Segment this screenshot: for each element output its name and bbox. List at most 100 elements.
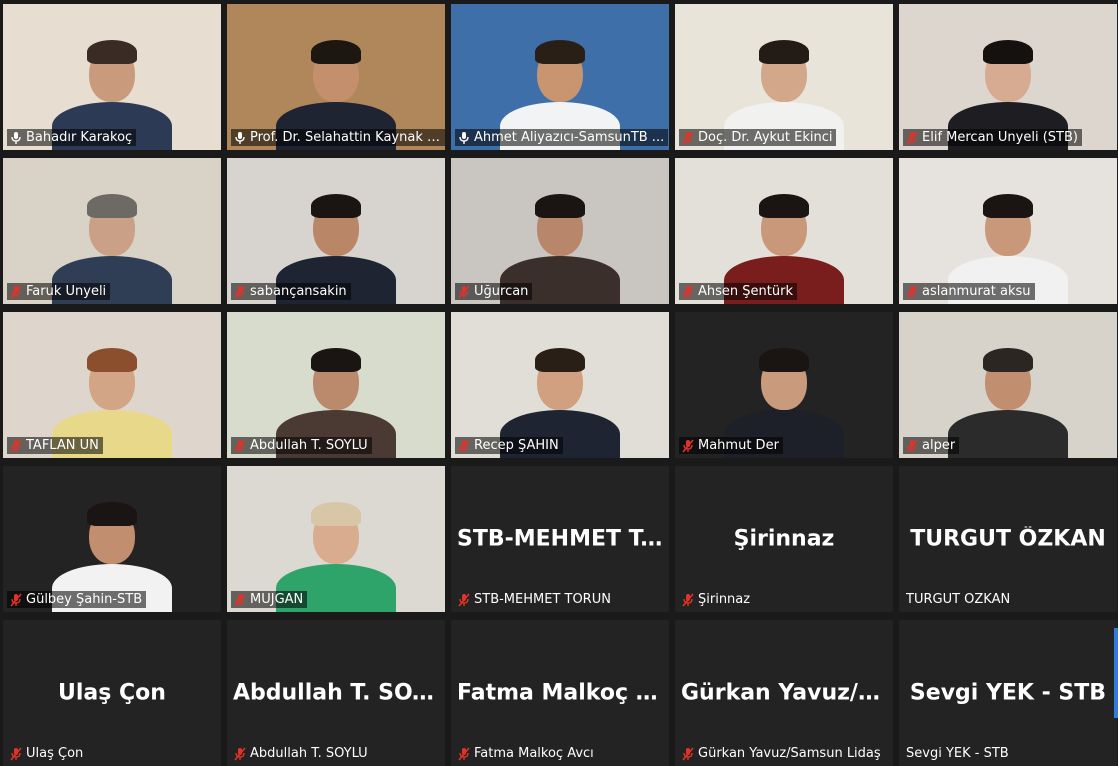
participant-tile[interactable]: Elif Mercan Ünyeli (STB) <box>899 4 1117 150</box>
participant-nametag: TAFLAN UN <box>7 437 103 454</box>
participant-tile[interactable]: Ahsen Şentürk <box>675 158 893 304</box>
participant-tile[interactable]: Bahadır Karakoç <box>3 4 221 150</box>
mic-on-icon <box>458 131 470 145</box>
participant-tile[interactable]: Uğurcan <box>451 158 669 304</box>
participant-name: TAFLAN UN <box>26 438 99 453</box>
mic-muted-icon <box>682 592 694 607</box>
participant-tile[interactable]: sabançansakin <box>227 158 445 304</box>
participant-name: Fatma Malkoç Avcı <box>474 746 594 761</box>
participant-nametag: Ulaş Çon <box>7 745 87 762</box>
participant-nametag: Bahadır Karakoç <box>7 129 137 146</box>
participant-figure <box>948 348 1068 458</box>
participant-nametag: TURGUT ÖZKAN <box>903 591 1014 608</box>
participant-nametag: Uğurcan <box>455 283 533 300</box>
participant-name: Recep ŞAHİN <box>474 438 559 453</box>
mic-muted-icon <box>234 438 246 453</box>
mic-muted-icon <box>10 284 22 299</box>
participant-display-name: Sevgi YEK - STB <box>909 680 1107 706</box>
participant-nametag: Recep ŞAHİN <box>455 437 563 454</box>
mic-on-icon <box>10 131 22 145</box>
participant-tile[interactable]: MÜJGAN <box>227 466 445 612</box>
participant-name: Doç. Dr. Aykut Ekinci <box>698 130 833 145</box>
participant-name: Şirinnaz <box>698 592 751 607</box>
mic-muted-icon <box>458 438 470 453</box>
participant-tile[interactable]: Ulaş Çon Ulaş Çon <box>3 620 221 766</box>
participant-display-name: Fatma Malkoç A... <box>457 680 669 706</box>
participant-name: Mahmut Der <box>698 438 779 453</box>
mic-muted-icon <box>682 438 694 453</box>
mic-muted-icon <box>234 746 246 761</box>
participant-nametag: Faruk Ünyeli <box>7 283 111 300</box>
participant-tile[interactable]: Şirinnaz Şirinnaz <box>675 466 893 612</box>
participant-nametag: Sevgi YEK - STB <box>903 745 1013 762</box>
participant-nametag: Elif Mercan Ünyeli (STB) <box>903 129 1082 146</box>
mic-muted-icon <box>906 284 918 299</box>
mic-muted-icon <box>458 746 470 761</box>
participant-tile[interactable]: Abdullah T. SOYLU <box>227 312 445 458</box>
participant-tile[interactable]: aslanmurat aksu <box>899 158 1117 304</box>
participant-nametag: Ahmet Aliyazıcı-SamsunTB ... <box>455 129 669 146</box>
participant-name: Ahsen Şentürk <box>698 284 793 299</box>
participant-name: TURGUT ÖZKAN <box>906 592 1011 607</box>
participant-tile[interactable]: alper <box>899 312 1117 458</box>
participant-nametag: Gürkan Yavuz/Samsun Lidaş <box>679 745 885 762</box>
participant-name: MÜJGAN <box>250 592 304 607</box>
gallery-scroll-indicator[interactable] <box>1114 628 1118 718</box>
participant-name: Gülbey Şahin-STB <box>26 592 143 607</box>
participant-name: Bahadır Karakoç <box>26 130 133 145</box>
mic-muted-icon <box>10 592 22 607</box>
mic-muted-icon <box>458 284 470 299</box>
participant-tile[interactable]: Recep ŞAHİN <box>451 312 669 458</box>
participant-display-name: Abdullah T. SOY... <box>233 680 445 706</box>
gallery-view: Bahadır Karakoç Prof. Dr. Selahattin Kayn… <box>0 0 1118 766</box>
mic-muted-icon <box>10 746 22 761</box>
participant-tile[interactable]: Fatma Malkoç A... Fatma Malkoç Avcı <box>451 620 669 766</box>
participant-tile[interactable]: Sevgi YEK - STB Sevgi YEK - STB <box>899 620 1117 766</box>
participant-display-name: Şirinnaz <box>733 526 835 552</box>
participant-name: STB-MEHMET TORUN <box>474 592 611 607</box>
participant-nametag: Mahmut Der <box>679 437 783 454</box>
participant-display-name: TURGUT ÖZKAN <box>910 526 1106 552</box>
participant-nametag: Ahsen Şentürk <box>679 283 797 300</box>
participant-tile[interactable]: TURGUT ÖZKAN TURGUT ÖZKAN <box>899 466 1117 612</box>
participant-name: Faruk Ünyeli <box>26 284 107 299</box>
participant-name: Abdullah T. SOYLU <box>250 746 368 761</box>
participant-name: Uğurcan <box>474 284 529 299</box>
participant-nametag: aslanmurat aksu <box>903 283 1035 300</box>
mic-muted-icon <box>234 592 246 607</box>
mic-on-icon <box>234 131 246 145</box>
participant-name: Elif Mercan Ünyeli (STB) <box>922 130 1078 145</box>
participant-tile[interactable]: Abdullah T. SOY... Abdullah T. SOYLU <box>227 620 445 766</box>
participant-name: Ulaş Çon <box>26 746 84 761</box>
participant-tile[interactable]: Doç. Dr. Aykut Ekinci <box>675 4 893 150</box>
participant-tile[interactable]: STB-MEHMET T... STB-MEHMET TORUN <box>451 466 669 612</box>
participant-display-name: Ulaş Çon <box>58 680 166 706</box>
participant-nametag: Şirinnaz <box>679 591 754 608</box>
mic-muted-icon <box>906 130 918 145</box>
participant-tile[interactable]: Ahmet Aliyazıcı-SamsunTB ... <box>451 4 669 150</box>
participant-nametag: Abdullah T. SOYLU <box>231 745 372 762</box>
participant-nametag: alper <box>903 437 960 454</box>
participant-tile[interactable]: TAFLAN UN <box>3 312 221 458</box>
participant-nametag: Abdullah T. SOYLU <box>231 437 372 454</box>
participant-nametag: Doç. Dr. Aykut Ekinci <box>679 129 837 146</box>
participant-nametag: STB-MEHMET TORUN <box>455 591 615 608</box>
participant-nametag: Prof. Dr. Selahattin Kaynak / ... <box>231 129 445 146</box>
participant-tile[interactable]: Prof. Dr. Selahattin Kaynak / ... <box>227 4 445 150</box>
participant-tile[interactable]: Gürkan Yavuz/S... Gürkan Yavuz/Samsun Lid… <box>675 620 893 766</box>
participant-display-name: STB-MEHMET T... <box>457 526 666 552</box>
participant-nametag: sabançansakin <box>231 283 351 300</box>
participant-nametag: MÜJGAN <box>231 591 308 608</box>
mic-muted-icon <box>458 592 470 607</box>
participant-name: Gürkan Yavuz/Samsun Lidaş <box>698 746 881 761</box>
mic-muted-icon <box>906 438 918 453</box>
mic-muted-icon <box>682 130 694 145</box>
participant-name: Sevgi YEK - STB <box>906 746 1009 761</box>
mic-muted-icon <box>682 746 694 761</box>
participant-nametag: Fatma Malkoç Avcı <box>455 745 598 762</box>
participant-tile[interactable]: Faruk Ünyeli <box>3 158 221 304</box>
mic-muted-icon <box>682 284 694 299</box>
participant-nametag: Gülbey Şahin-STB <box>7 591 147 608</box>
participant-tile[interactable]: Mahmut Der <box>675 312 893 458</box>
participant-tile[interactable]: Gülbey Şahin-STB <box>3 466 221 612</box>
